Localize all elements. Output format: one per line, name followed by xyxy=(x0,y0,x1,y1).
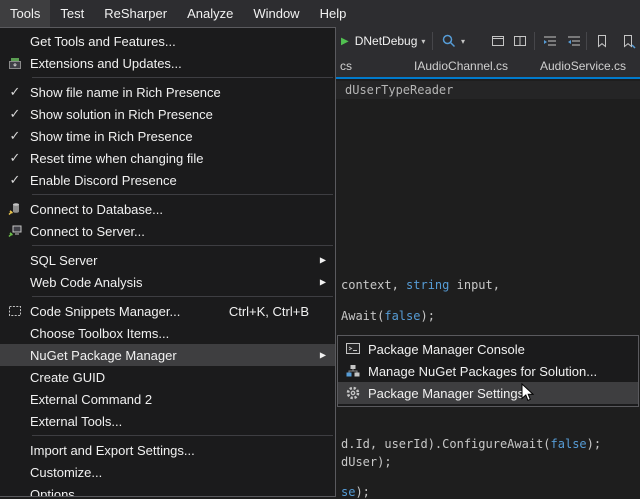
code-line: Await(false); xyxy=(341,309,435,323)
bookmark-next-button[interactable] xyxy=(620,27,636,55)
indent-button[interactable] xyxy=(542,27,558,55)
menu-separator xyxy=(32,245,333,246)
menu-item-external-tools[interactable]: External Tools... xyxy=(0,410,335,432)
extensions-icon xyxy=(0,55,30,71)
submenu-item-manage-nuget-packages-for-solution[interactable]: Manage NuGet Packages for Solution... xyxy=(338,360,638,382)
new-window-button[interactable] xyxy=(490,27,506,55)
submenu-item-package-manager-settings[interactable]: Package Manager Settings xyxy=(338,382,638,404)
checkmark-icon: ✓ xyxy=(0,106,30,122)
navigation-type-label[interactable]: dUserTypeReader xyxy=(345,83,453,97)
menu-item-show-file-name-in-rich-presence[interactable]: ✓ Show file name in Rich Presence xyxy=(0,81,335,103)
submenu-arrow-icon: ▶ xyxy=(320,351,326,360)
document-tab-iaudiochannel[interactable]: IAudioChannel.cs xyxy=(414,55,508,77)
debug-target-label: DNetDebug xyxy=(355,34,418,48)
menu-item-get-tools-and-features[interactable]: Get Tools and Features... xyxy=(0,30,335,52)
outdent-button[interactable] xyxy=(566,27,582,55)
toolbar-separator xyxy=(432,32,433,50)
play-icon: ▶ xyxy=(341,36,349,47)
menu-item-sql-server[interactable]: SQL Server ▶ xyxy=(0,249,335,271)
bookmark-icon xyxy=(594,33,610,49)
packages-icon xyxy=(338,363,368,379)
indent-lines-icon xyxy=(542,33,558,49)
menu-separator xyxy=(32,194,333,195)
menu-item-nuget-package-manager[interactable]: NuGet Package Manager ▶ xyxy=(0,344,335,366)
split-window-icon xyxy=(512,33,528,49)
menu-item-customize[interactable]: Customize... xyxy=(0,461,335,483)
bookmark-button[interactable] xyxy=(594,27,610,55)
menu-bar: Tools Test ReSharper Analyze Window Help xyxy=(0,0,640,27)
menubar-item-resharper[interactable]: ReSharper xyxy=(94,0,177,27)
code-line: context, string input, xyxy=(341,278,500,292)
checkmark-icon: ✓ xyxy=(0,84,30,100)
menubar-item-tools[interactable]: Tools xyxy=(0,0,50,27)
menu-item-connect-to-server[interactable]: Connect to Server... xyxy=(0,220,335,242)
menu-item-import-and-export-settings[interactable]: Import and Export Settings... xyxy=(0,439,335,461)
menu-item-code-snippets-manager[interactable]: Code Snippets Manager... Ctrl+K, Ctrl+B xyxy=(0,300,335,322)
submenu-arrow-icon: ▶ xyxy=(320,256,326,265)
database-connect-icon xyxy=(0,201,30,217)
toolbar-separator xyxy=(534,32,535,50)
bookmark-arrow-icon xyxy=(620,33,636,49)
menu-item-options[interactable]: Options... xyxy=(0,483,335,497)
menu-item-show-time-in-rich-presence[interactable]: ✓ Show time in Rich Presence xyxy=(0,125,335,147)
menu-item-reset-time-when-changing-file[interactable]: ✓ Reset time when changing file xyxy=(0,147,335,169)
console-icon xyxy=(338,341,368,357)
menu-item-choose-toolbox-items[interactable]: Choose Toolbox Items... xyxy=(0,322,335,344)
submenu-arrow-icon: ▶ xyxy=(320,278,326,287)
menu-item-enable-discord-presence[interactable]: ✓ Enable Discord Presence xyxy=(0,169,335,191)
nuget-package-manager-submenu: Package Manager Console Manage NuGet Pac… xyxy=(337,335,639,407)
chevron-down-icon[interactable]: ▾ xyxy=(421,37,425,46)
checkmark-icon: ✓ xyxy=(0,150,30,166)
document-tab-audioservice[interactable]: AudioService.cs xyxy=(540,55,626,77)
outdent-lines-icon xyxy=(566,33,582,49)
start-debug-button[interactable]: ▶ DNetDebug ▾ xyxy=(341,27,425,55)
menu-item-connect-to-database[interactable]: Connect to Database... xyxy=(0,198,335,220)
menu-item-external-command-2[interactable]: External Command 2 xyxy=(0,388,335,410)
menubar-item-window[interactable]: Window xyxy=(243,0,309,27)
find-button[interactable]: ▾ xyxy=(441,27,465,55)
document-tab[interactable]: cs xyxy=(340,55,352,77)
checkmark-icon: ✓ xyxy=(0,172,30,188)
toolbar-separator xyxy=(586,32,587,50)
menu-item-web-code-analysis[interactable]: Web Code Analysis ▶ xyxy=(0,271,335,293)
menu-item-create-guid[interactable]: Create GUID xyxy=(0,366,335,388)
mouse-cursor xyxy=(521,383,535,408)
gear-icon xyxy=(338,385,368,401)
snippets-icon xyxy=(0,303,30,319)
menu-separator xyxy=(32,435,333,436)
code-line: d.Id, userId).ConfigureAwait(false); xyxy=(341,437,601,451)
menu-separator xyxy=(32,296,333,297)
menubar-item-test[interactable]: Test xyxy=(50,0,94,27)
submenu-item-package-manager-console[interactable]: Package Manager Console xyxy=(338,338,638,360)
menubar-item-analyze[interactable]: Analyze xyxy=(177,0,243,27)
shortcut-label: Ctrl+K, Ctrl+B xyxy=(229,304,335,319)
menu-separator xyxy=(32,77,333,78)
server-connect-icon xyxy=(0,223,30,239)
menu-item-show-solution-in-rich-presence[interactable]: ✓ Show solution in Rich Presence xyxy=(0,103,335,125)
menubar-item-help[interactable]: Help xyxy=(310,0,357,27)
chevron-down-icon[interactable]: ▾ xyxy=(461,37,465,46)
magnifier-icon xyxy=(441,33,457,49)
menu-item-extensions-and-updates[interactable]: Extensions and Updates... xyxy=(0,52,335,74)
window-icon xyxy=(490,33,506,49)
tools-menu: Get Tools and Features... Extensions and… xyxy=(0,27,336,497)
split-window-button[interactable] xyxy=(512,27,528,55)
checkmark-icon: ✓ xyxy=(0,128,30,144)
code-line: dUser); xyxy=(341,455,392,469)
